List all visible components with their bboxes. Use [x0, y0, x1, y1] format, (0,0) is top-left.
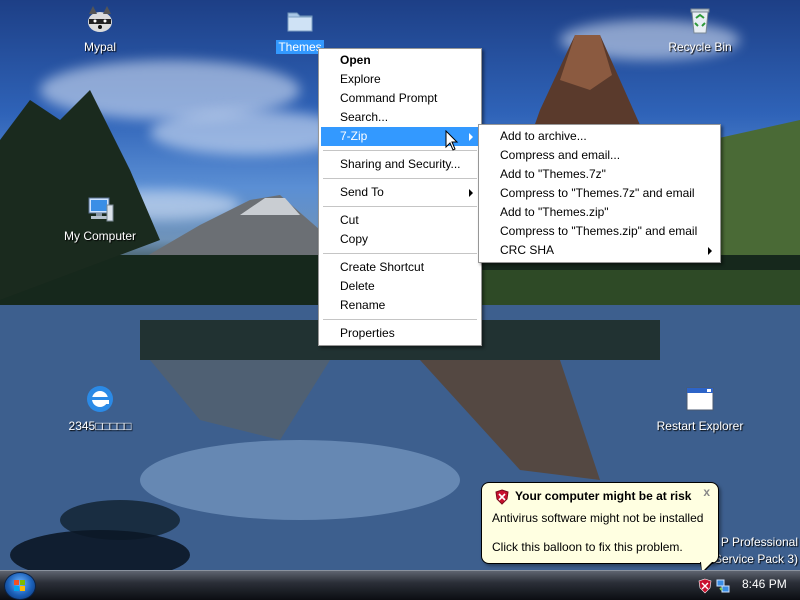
menu-item-send-to[interactable]: Send To: [321, 183, 479, 202]
submenu-arrow-icon: [469, 133, 473, 141]
watermark-line: Service Pack 3): [713, 552, 798, 566]
menu-item-explore[interactable]: Explore: [321, 70, 479, 89]
security-center-icon[interactable]: [698, 578, 712, 594]
menu-item-create-shortcut[interactable]: Create Shortcut: [321, 258, 479, 277]
balloon-title: Your computer might be at risk: [515, 489, 692, 503]
computer-icon: [88, 197, 114, 222]
network-icon[interactable]: [716, 578, 730, 594]
desktop-icon-mypal[interactable]: Mypal: [45, 4, 155, 54]
menu-item-command-prompt[interactable]: Command Prompt: [321, 89, 479, 108]
context-menu: Open Explore Command Prompt Search... 7-…: [318, 48, 482, 346]
menu-item-compress-and-email[interactable]: Compress and email...: [481, 146, 718, 165]
menu-item-copy[interactable]: Copy: [321, 230, 479, 249]
desktop-icon-label: 2345□□□□□: [68, 419, 132, 433]
desktop-icon-themes[interactable]: Themes: [245, 4, 355, 54]
menu-item-rename[interactable]: Rename: [321, 296, 479, 315]
menu-item-delete[interactable]: Delete: [321, 277, 479, 296]
raccoon-icon: [88, 6, 112, 32]
menu-item-search[interactable]: Search...: [321, 108, 479, 127]
submenu-7zip: Add to archive... Compress and email... …: [478, 124, 721, 263]
submenu-arrow-icon: [708, 247, 712, 255]
ie-icon: [87, 386, 113, 412]
taskbar-clock[interactable]: 8:46 PM: [742, 577, 787, 591]
submenu-arrow-icon: [469, 189, 473, 197]
menu-separator: [323, 206, 477, 207]
menu-item-cut[interactable]: Cut: [321, 211, 479, 230]
menu-item-crc-sha[interactable]: CRC SHA: [481, 241, 718, 260]
menu-item-open[interactable]: Open: [321, 51, 479, 70]
menu-item-add-to-7z[interactable]: Add to "Themes.7z": [481, 165, 718, 184]
menu-item-sharing-security[interactable]: Sharing and Security...: [321, 155, 479, 174]
os-version-watermark: P Professional Service Pack 3): [710, 534, 798, 568]
mouse-cursor-icon: [445, 130, 459, 151]
menu-separator: [323, 319, 477, 320]
menu-separator: [323, 253, 477, 254]
folder-icon: [287, 12, 313, 32]
start-button[interactable]: [4, 572, 36, 600]
desktop-icon-label: Mypal: [83, 40, 116, 54]
security-balloon[interactable]: Your computer might be at risk x Antivir…: [481, 482, 719, 564]
menu-item-compress-7z-email[interactable]: Compress to "Themes.7z" and email: [481, 184, 718, 203]
balloon-instruction: Click this balloon to fix this problem.: [492, 540, 683, 554]
desktop-icon-label: My Computer: [63, 229, 137, 243]
desktop-icon-2345-browser[interactable]: 2345□□□□□: [45, 383, 155, 433]
taskbar: [0, 570, 800, 600]
menu-item-properties[interactable]: Properties: [321, 324, 479, 343]
menu-item-label: 7-Zip: [340, 129, 368, 143]
desktop-icon-label: Recycle Bin: [668, 40, 732, 54]
menu-item-add-to-zip[interactable]: Add to "Themes.zip": [481, 203, 718, 222]
desktop-icon-label: Themes: [276, 40, 324, 54]
balloon-message: Antivirus software might not be installe…: [492, 511, 704, 525]
watermark-line: P Professional: [720, 535, 798, 549]
menu-item-compress-zip-email[interactable]: Compress to "Themes.zip" and email: [481, 222, 718, 241]
menu-separator: [323, 178, 477, 179]
desktop-icon-restart-explorer[interactable]: Restart Explorer: [645, 383, 755, 433]
balloon-close-button[interactable]: x: [703, 485, 710, 499]
menu-item-label: Send To: [340, 185, 384, 199]
window-icon: [686, 387, 714, 411]
desktop-icon-label: Restart Explorer: [656, 419, 744, 433]
menu-item-add-to-archive[interactable]: Add to archive...: [481, 127, 718, 146]
desktop-icon-recycle-bin[interactable]: Recycle Bin: [645, 4, 755, 54]
desktop-icon-my-computer[interactable]: My Computer: [45, 193, 155, 243]
windows-logo-icon: [14, 580, 25, 591]
menu-item-label: CRC SHA: [500, 243, 555, 257]
shield-warning-icon: [495, 489, 509, 505]
recycle-bin-icon: [690, 8, 710, 34]
